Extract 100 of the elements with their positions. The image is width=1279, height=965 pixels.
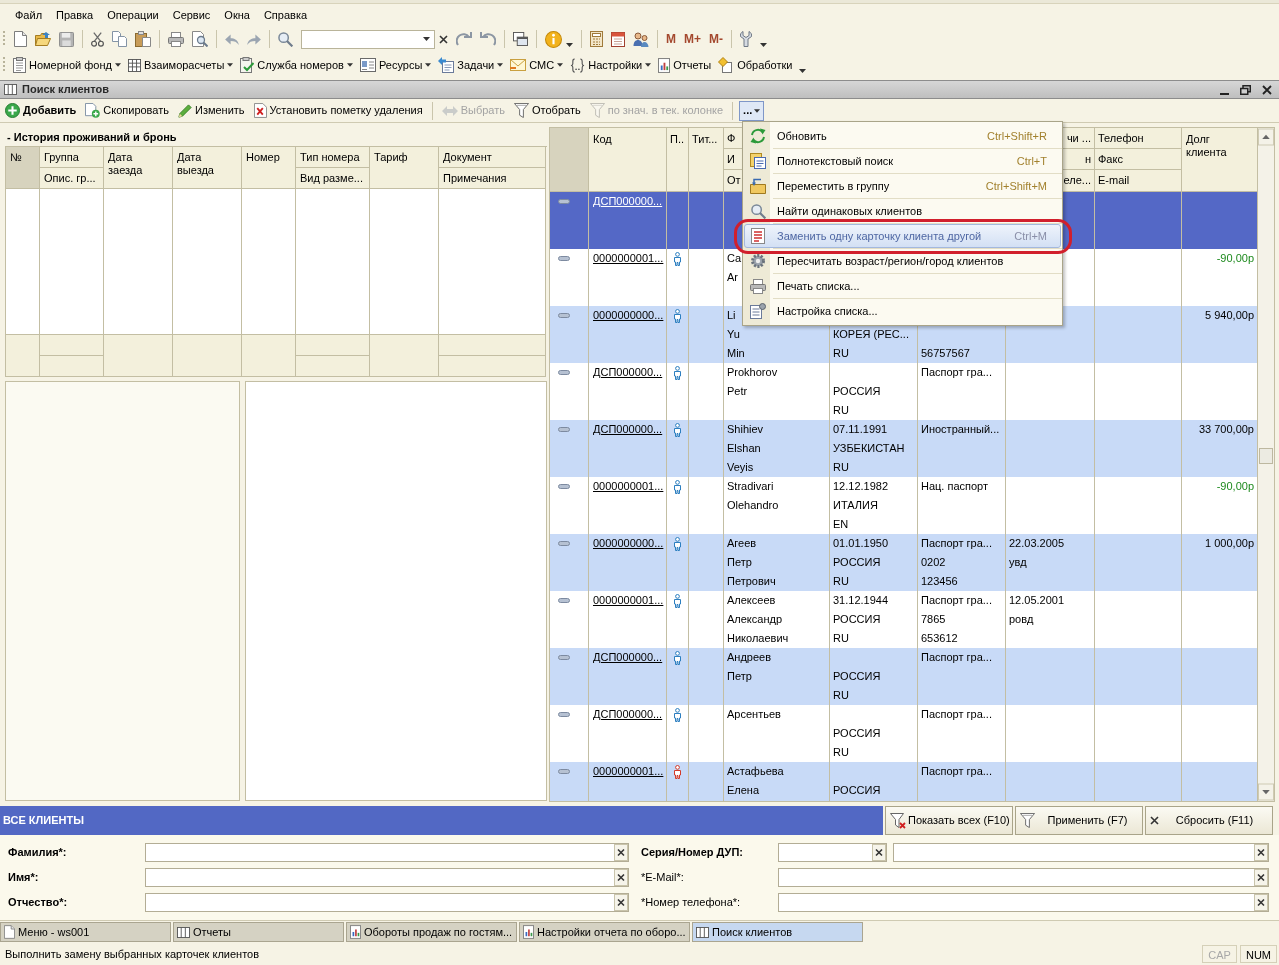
field-label: *Номер телефона*: — [641, 896, 741, 908]
column-header: № — [10, 151, 22, 164]
column-header: н — [1084, 152, 1091, 166]
cell-text: Veyis — [727, 460, 754, 475]
cell-text: RU — [833, 631, 849, 646]
cell-text: 12.05.2001 — [1009, 593, 1065, 608]
cell-text: Иностранный... — [921, 422, 1000, 437]
cell-text: 5 940,00р — [1205, 308, 1254, 323]
cell-text: РОССИЯ — [833, 555, 881, 570]
status-indicator: NUM — [1239, 945, 1277, 963]
cell-text: Николаевич — [727, 631, 789, 646]
field-label: Серия/Номер ДУП: — [641, 846, 743, 858]
cell-text: Li — [727, 308, 736, 323]
cell-text: Yu — [727, 327, 740, 342]
cell-text: Паспорт гра... — [921, 650, 992, 665]
column-header: Дата заезда — [108, 151, 144, 177]
cell-text: Агеев — [727, 536, 757, 551]
status-text: Выполнить замену выбранных карточек клиентов — [5, 947, 260, 961]
cell-text: РОССИЯ — [833, 612, 881, 627]
cell-text: Ar — [727, 270, 738, 285]
column-header: Телефон — [1098, 131, 1144, 145]
column-header: Опис. гр... — [44, 171, 96, 185]
cell-text: Паспорт гра... — [921, 365, 992, 380]
cell-text: Алексеев — [727, 593, 776, 608]
panel-title: - История проживаний и бронь — [7, 130, 177, 144]
cell-text: -90,00р — [1216, 251, 1254, 266]
cell-text: Паспорт гра... — [921, 593, 992, 608]
shortcut-text: Ctrl+T — [1016, 154, 1048, 168]
cell-text: Shihiev — [727, 422, 764, 437]
cell-text: Елена — [727, 783, 760, 798]
column-header: Дата выезда — [177, 151, 215, 177]
cell-text: 12.12.1982 — [833, 479, 889, 494]
column-header: E-mail — [1098, 174, 1130, 187]
cell-text: RU — [833, 460, 849, 475]
cell-text: 01.01.1950 — [833, 536, 889, 551]
column-header: Вид разме... — [300, 171, 363, 185]
cell-text: увд — [1009, 555, 1027, 570]
section-title: ВСЕ КЛИЕНТЫ — [3, 814, 84, 827]
column-header: Ф — [727, 131, 736, 145]
cell-text: 31.12.1944 — [833, 593, 889, 608]
column-header: Группа — [44, 150, 79, 164]
cell-text: ровд — [1009, 612, 1034, 627]
cell-text: Паспорт гра... — [921, 536, 992, 551]
cell-text: RU — [833, 745, 849, 760]
column-header: От — [727, 174, 741, 187]
cell-text: 1 000,00р — [1205, 536, 1254, 551]
field-label: Фамилия*: — [8, 846, 67, 858]
cell-text: Ca — [727, 251, 742, 266]
column-header: чи ... — [1066, 131, 1091, 145]
cell-text: Min — [727, 346, 745, 361]
cell-text: Паспорт гра... — [921, 707, 992, 722]
window-title: Поиск клиентов — [22, 83, 109, 96]
field-label: *E-Mail*: — [641, 871, 684, 883]
status-indicator: CAP — [1202, 945, 1237, 963]
column-header: Документ — [443, 150, 492, 164]
column-header: еле... — [1063, 174, 1091, 187]
column-header: Код — [593, 133, 612, 145]
cell-text: Petr — [727, 384, 748, 399]
shortcut-text: Ctrl+Shift+R — [987, 129, 1048, 143]
column-header: П.. — [670, 133, 685, 145]
cell-text: УЗБЕКИСТАН — [833, 441, 905, 456]
cell-text: РОССИЯ — [833, 384, 881, 399]
cell-text: ИТАЛИЯ — [833, 498, 878, 513]
cell-text: 0202 — [921, 555, 946, 570]
column-header: Тит... — [692, 133, 718, 145]
column-header: Долг клиента — [1186, 133, 1228, 159]
cell-text: Нац. паспорт — [921, 479, 989, 494]
cell-text: RU — [833, 574, 849, 589]
cell-text: 22.03.2005 — [1009, 536, 1065, 551]
cell-text: Петр — [727, 669, 752, 684]
cell-text: 56757567 — [921, 346, 970, 361]
column-header: И — [727, 152, 735, 166]
column-header: Факс — [1098, 152, 1123, 166]
cell-text: Prokhorov — [727, 365, 778, 380]
cell-text: Астафьева — [727, 764, 784, 779]
field-label: Отчество*: — [8, 896, 68, 908]
cell-text: RU — [833, 346, 849, 361]
cell-text: Петрович — [727, 574, 776, 589]
cell-text: РОССИЯ — [833, 783, 881, 798]
column-header: Тип номера — [300, 150, 360, 164]
column-header: Номер — [246, 151, 280, 164]
cell-text: Паспорт гра... — [921, 764, 992, 779]
cell-text: 653612 — [921, 631, 958, 646]
cell-text: 33 700,00р — [1198, 422, 1254, 437]
shortcut-text: Ctrl+M — [1014, 229, 1048, 243]
cell-text: -90,00р — [1216, 479, 1254, 494]
field-label: Имя*: — [8, 871, 39, 883]
cell-text: Александр — [727, 612, 783, 627]
cell-text: 123456 — [921, 574, 958, 589]
shortcut-text: Ctrl+Shift+M — [985, 179, 1048, 193]
cell-text: RU — [833, 688, 849, 703]
cell-text: 7865 — [921, 612, 946, 627]
cell-text: Olehandro — [727, 498, 779, 513]
cell-text: РОССИЯ — [833, 669, 881, 684]
cell-text: КОРЕЯ (РЕС... — [833, 327, 909, 342]
cell-text: 07.11.1991 — [833, 422, 888, 437]
cell-text: Stradivari — [727, 479, 774, 494]
cell-text: РОССИЯ — [833, 726, 881, 741]
cell-text: EN — [833, 517, 849, 532]
cell-text: RU — [833, 403, 849, 418]
